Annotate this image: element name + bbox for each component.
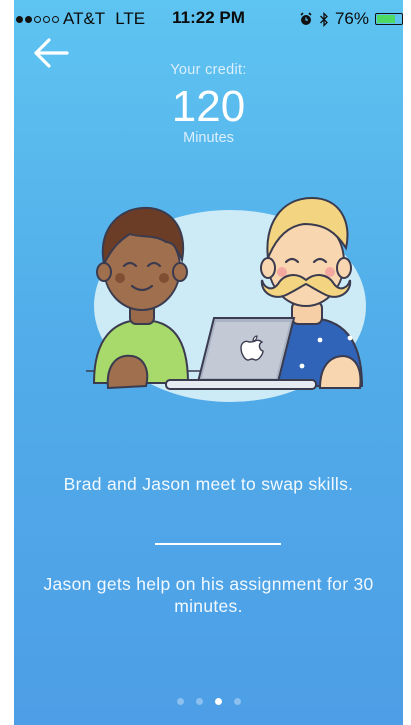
credit-label: Your credit: — [170, 62, 247, 78]
page-dot[interactable] — [195, 698, 203, 705]
battery-icon — [375, 13, 403, 25]
onboarding-screen: AT&T LTE 11:22 PM 76% Your credit: 120 M… — [14, 0, 403, 725]
credit-value: 120 — [171, 82, 246, 131]
brad-and-jason-laptop-illustration — [86, 196, 366, 402]
caption-divider — [155, 543, 281, 545]
bluetooth-icon — [320, 11, 328, 27]
page-dot[interactable] — [233, 698, 241, 705]
page-dot[interactable] — [176, 698, 184, 705]
onboarding-caption-bottom: Jason gets help on his assignment for 30… — [43, 574, 374, 616]
page-indicator[interactable] — [14, 698, 403, 705]
status-right: 76% — [299, 9, 403, 29]
battery-percent: 76% — [334, 9, 369, 28]
credit-summary: Your credit: 120 Minutes — [14, 62, 403, 146]
battery-level — [377, 15, 395, 23]
screen-frame: AT&T LTE 11:22 PM 76% Your credit: 120 M… — [0, 0, 411, 725]
page-dot[interactable] — [214, 698, 222, 705]
alarm-clock-icon — [300, 12, 312, 25]
status-bar: AT&T LTE 11:22 PM 76% — [14, 0, 403, 34]
credit-unit: Minutes — [183, 130, 234, 146]
onboarding-caption-top: Brad and Jason meet to swap skills. — [63, 474, 354, 494]
